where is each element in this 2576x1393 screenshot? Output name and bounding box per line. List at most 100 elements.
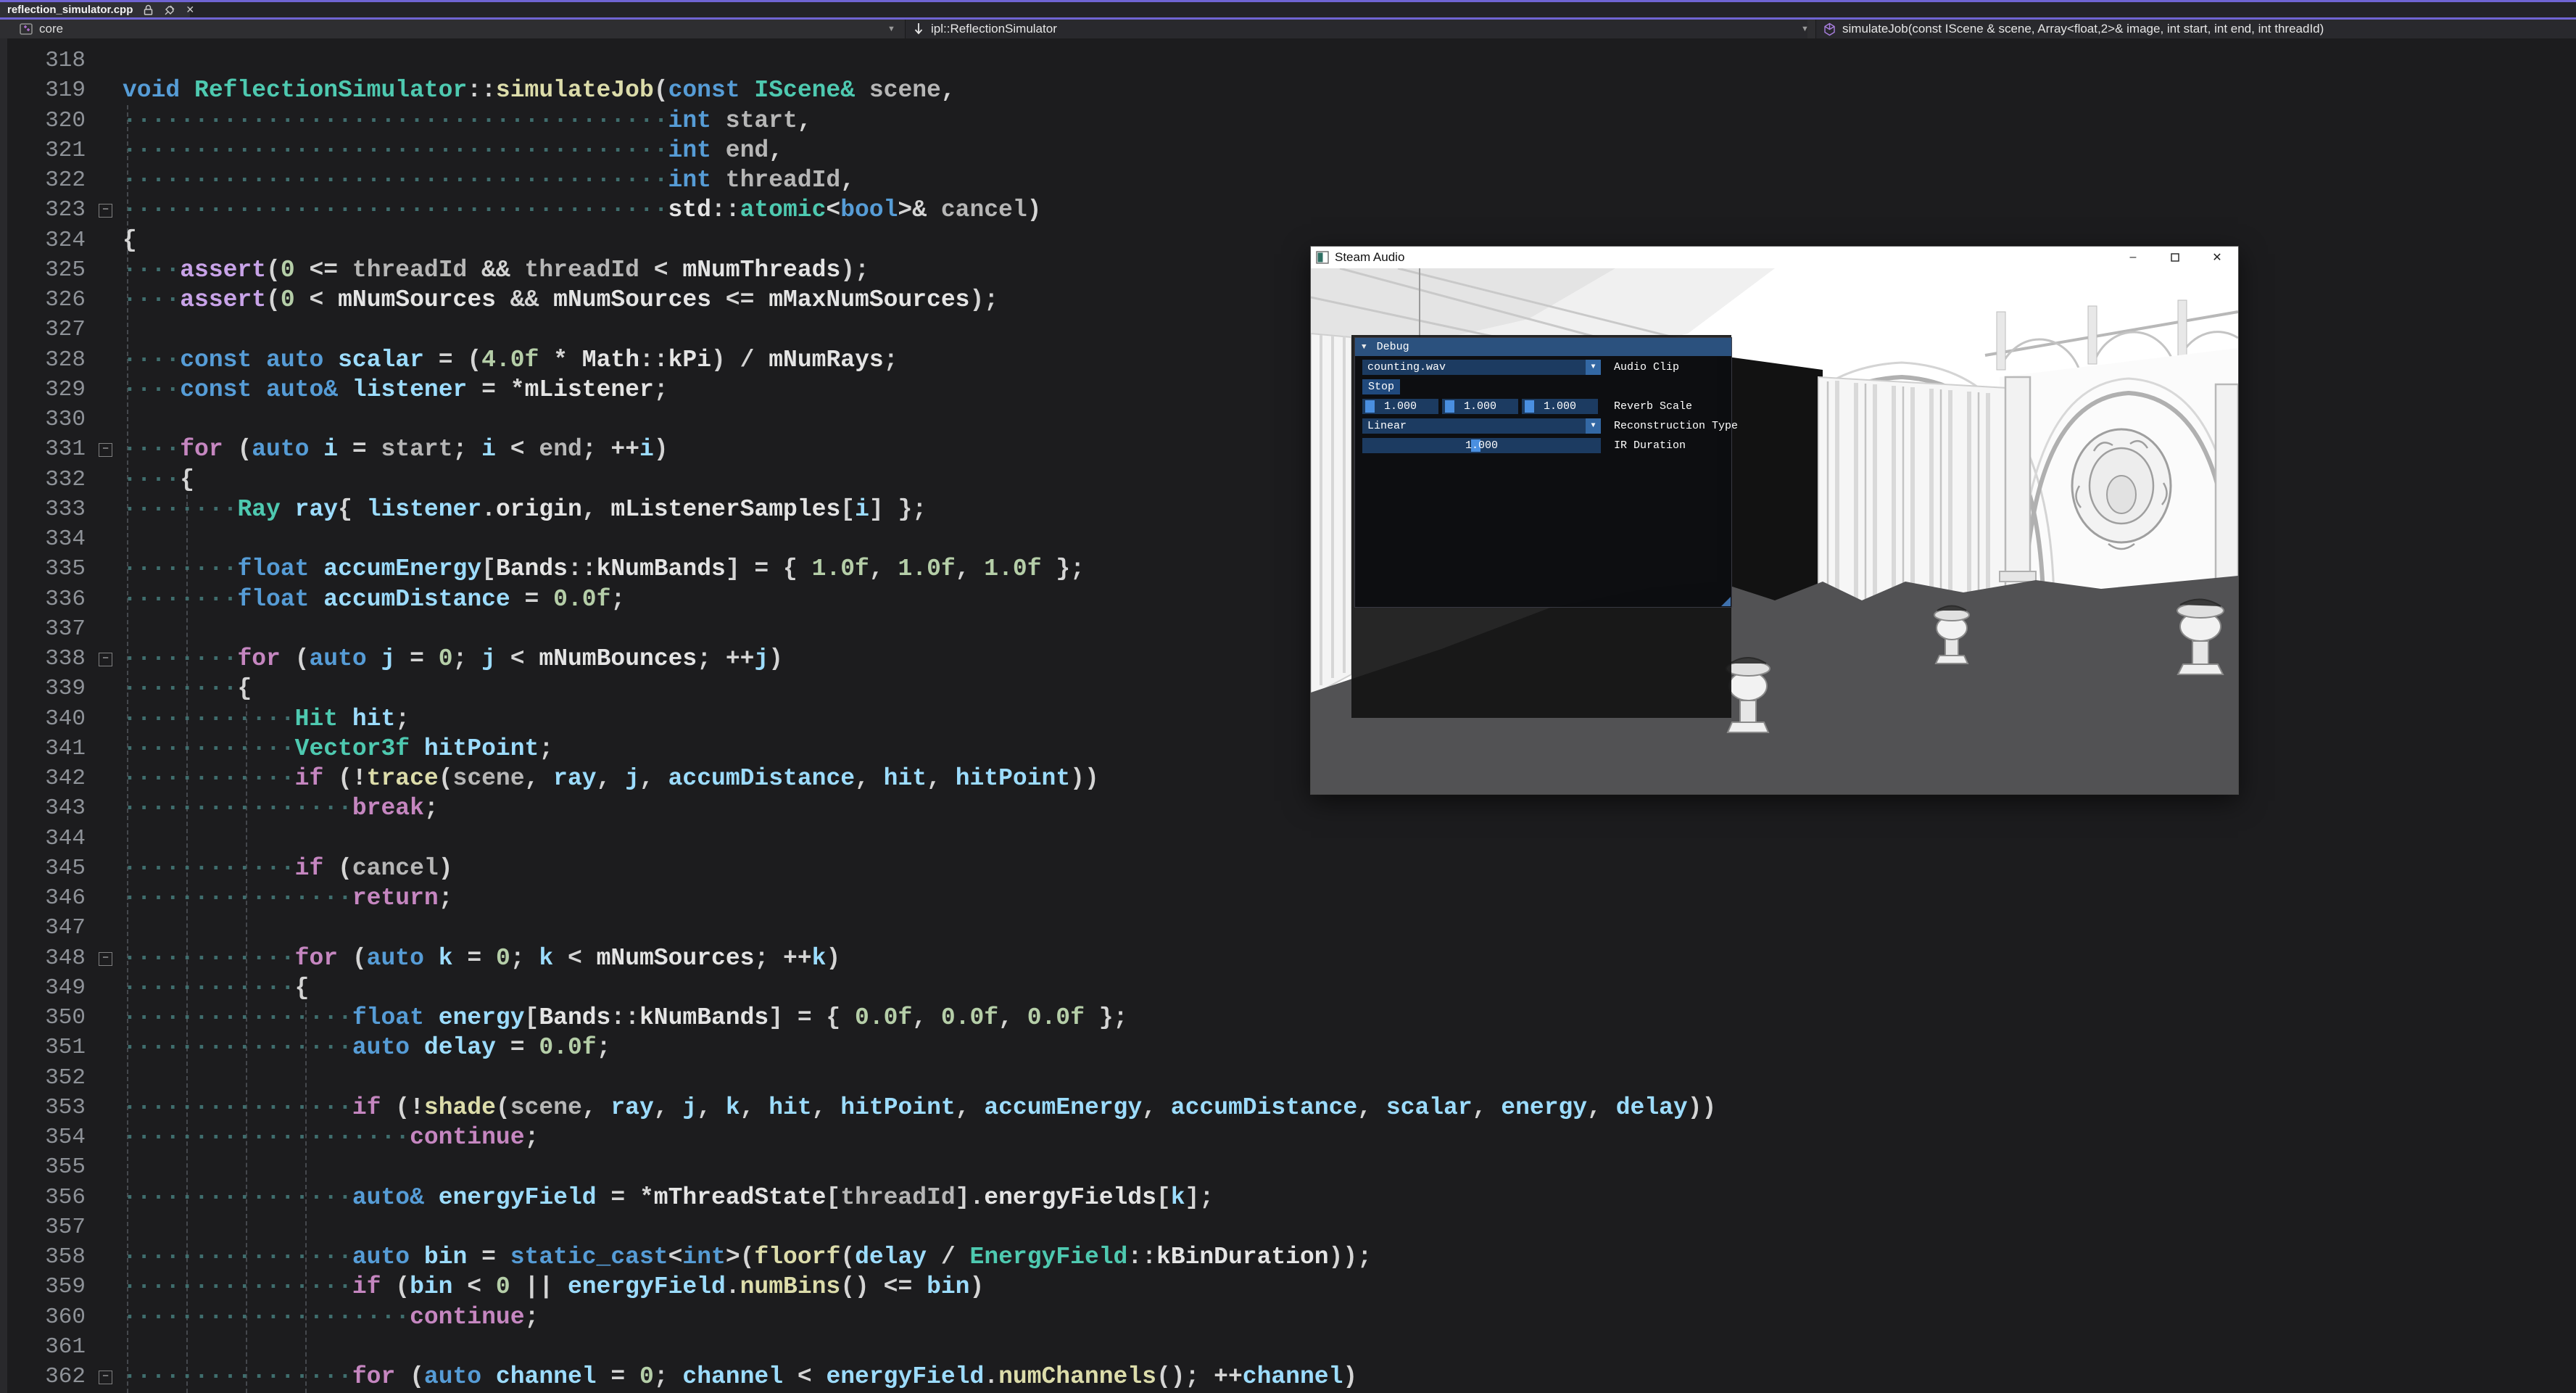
line-number[interactable]: 328: [0, 345, 86, 375]
line-number[interactable]: 337: [0, 614, 86, 644]
chevron-down-icon[interactable]: ▼: [1801, 20, 1809, 38]
line-number[interactable]: 324: [0, 226, 86, 255]
line-number[interactable]: 347: [0, 913, 86, 943]
line-number[interactable]: 348: [0, 943, 86, 973]
code-line[interactable]: 343················break;: [0, 793, 2576, 823]
ir-duration-slider[interactable]: 1.000: [1362, 438, 1601, 453]
code-line[interactable]: 344: [0, 824, 2576, 853]
line-number[interactable]: 326: [0, 285, 86, 315]
code-line[interactable]: 353················if (!shade(scene, ray…: [0, 1093, 2576, 1123]
line-number[interactable]: 357: [0, 1212, 86, 1242]
code-line[interactable]: 358················auto bin = static_cas…: [0, 1242, 2576, 1272]
line-number[interactable]: 319: [0, 75, 86, 105]
lock-icon[interactable]: [143, 4, 154, 16]
code-line[interactable]: 321·····································…: [0, 136, 2576, 165]
chevron-down-icon[interactable]: ▼: [887, 20, 895, 38]
debug-panel-header[interactable]: ▼ Debug: [1355, 338, 1731, 356]
line-number[interactable]: 351: [0, 1033, 86, 1062]
close-icon[interactable]: ✕: [186, 4, 194, 16]
minimize-button[interactable]: –: [2112, 247, 2154, 268]
collapse-arrow-icon[interactable]: ▼: [1362, 343, 1367, 352]
code-line[interactable]: 359················if (bin < 0 || energy…: [0, 1272, 2576, 1302]
line-number[interactable]: 332: [0, 465, 86, 495]
line-number[interactable]: 359: [0, 1272, 86, 1302]
code-line[interactable]: 351················auto delay = 0.0f;: [0, 1033, 2576, 1062]
line-number[interactable]: 354: [0, 1123, 86, 1152]
line-number[interactable]: 341: [0, 734, 86, 764]
line-number[interactable]: 358: [0, 1242, 86, 1272]
method-context-dropdown[interactable]: simulateJob(const IScene & scene, Array<…: [1815, 20, 2576, 38]
line-number[interactable]: 327: [0, 315, 86, 344]
line-number[interactable]: 349: [0, 973, 86, 1003]
code-line[interactable]: 349············{: [0, 973, 2576, 1003]
line-number[interactable]: 353: [0, 1093, 86, 1123]
code-line[interactable]: 360····················continue;: [0, 1302, 2576, 1332]
line-number[interactable]: 350: [0, 1003, 86, 1033]
line-number[interactable]: 352: [0, 1063, 86, 1093]
code-line[interactable]: 356················auto& energyField = *…: [0, 1183, 2576, 1212]
line-number[interactable]: 339: [0, 674, 86, 703]
reverb-scale-slider-3[interactable]: 1.000: [1522, 399, 1598, 414]
line-number[interactable]: 360: [0, 1302, 86, 1332]
code-line[interactable]: 346················return;: [0, 883, 2576, 913]
line-number[interactable]: 331: [0, 434, 86, 464]
code-line[interactable]: 322·····································…: [0, 165, 2576, 195]
line-number[interactable]: 356: [0, 1183, 86, 1212]
line-number[interactable]: 344: [0, 824, 86, 853]
code-line[interactable]: 350················float energy[Bands::k…: [0, 1003, 2576, 1033]
line-number[interactable]: 346: [0, 883, 86, 913]
project-selector[interactable]: core: [19, 20, 63, 38]
combo-arrow-icon[interactable]: ▼: [1586, 418, 1601, 434]
fold-marker[interactable]: −: [99, 952, 112, 966]
line-number[interactable]: 342: [0, 764, 86, 793]
maximize-button[interactable]: [2154, 247, 2196, 268]
line-number[interactable]: 335: [0, 554, 86, 584]
line-number[interactable]: 343: [0, 793, 86, 823]
fold-marker[interactable]: −: [99, 653, 112, 666]
fold-marker[interactable]: −: [99, 1371, 112, 1384]
code-line[interactable]: 355: [0, 1152, 2576, 1182]
resize-grip-icon[interactable]: [1721, 597, 1731, 606]
fold-marker[interactable]: −: [99, 443, 112, 457]
line-number[interactable]: 361: [0, 1332, 86, 1362]
line-number[interactable]: 329: [0, 375, 86, 405]
code-line[interactable]: 320·····································…: [0, 106, 2576, 136]
code-line[interactable]: 323−····································…: [0, 195, 2576, 225]
audio-clip-combo[interactable]: counting.wav ▼: [1362, 360, 1601, 375]
code-line[interactable]: 352: [0, 1063, 2576, 1093]
reverb-scale-slider-2[interactable]: 1.000: [1442, 399, 1518, 414]
tab-reflection-simulator[interactable]: reflection_simulator.cpp ✕: [0, 2, 190, 17]
fold-marker[interactable]: −: [99, 204, 112, 218]
pin-icon[interactable]: [164, 4, 175, 16]
code-line[interactable]: 348−············for (auto k = 0; k < mNu…: [0, 943, 2576, 973]
line-number[interactable]: 338: [0, 644, 86, 674]
symbol-context-dropdown[interactable]: ipl::ReflectionSimulator: [905, 20, 1807, 38]
code-line[interactable]: 345············if (cancel): [0, 853, 2576, 883]
combo-arrow-icon[interactable]: ▼: [1586, 360, 1601, 375]
line-number[interactable]: 325: [0, 255, 86, 285]
code-line[interactable]: 347: [0, 913, 2576, 943]
code-line[interactable]: 318: [0, 46, 2576, 75]
reverb-scale-slider-1[interactable]: 1.000: [1362, 399, 1438, 414]
line-number[interactable]: 340: [0, 704, 86, 734]
window-title-bar[interactable]: Steam Audio – ✕: [1311, 247, 2238, 269]
line-number[interactable]: 362: [0, 1362, 86, 1392]
stop-button[interactable]: Stop: [1362, 379, 1400, 394]
code-line[interactable]: 361: [0, 1332, 2576, 1362]
line-number[interactable]: 334: [0, 524, 86, 554]
line-number[interactable]: 321: [0, 136, 86, 165]
line-number[interactable]: 333: [0, 495, 86, 524]
reconstruction-combo[interactable]: Linear ▼: [1362, 418, 1601, 434]
line-number[interactable]: 330: [0, 405, 86, 434]
code-line[interactable]: 357: [0, 1212, 2576, 1242]
line-number[interactable]: 323: [0, 195, 86, 225]
line-number[interactable]: 318: [0, 46, 86, 75]
line-number[interactable]: 345: [0, 853, 86, 883]
line-number[interactable]: 336: [0, 584, 86, 614]
render-viewport[interactable]: ▼ Debug counting.wav ▼ Audio Clip Stop: [1311, 268, 2238, 794]
code-line[interactable]: 319void ReflectionSimulator::simulateJob…: [0, 75, 2576, 105]
line-number[interactable]: 322: [0, 165, 86, 195]
line-number[interactable]: 320: [0, 106, 86, 136]
line-number[interactable]: 355: [0, 1152, 86, 1182]
code-line[interactable]: 354····················continue;: [0, 1123, 2576, 1152]
